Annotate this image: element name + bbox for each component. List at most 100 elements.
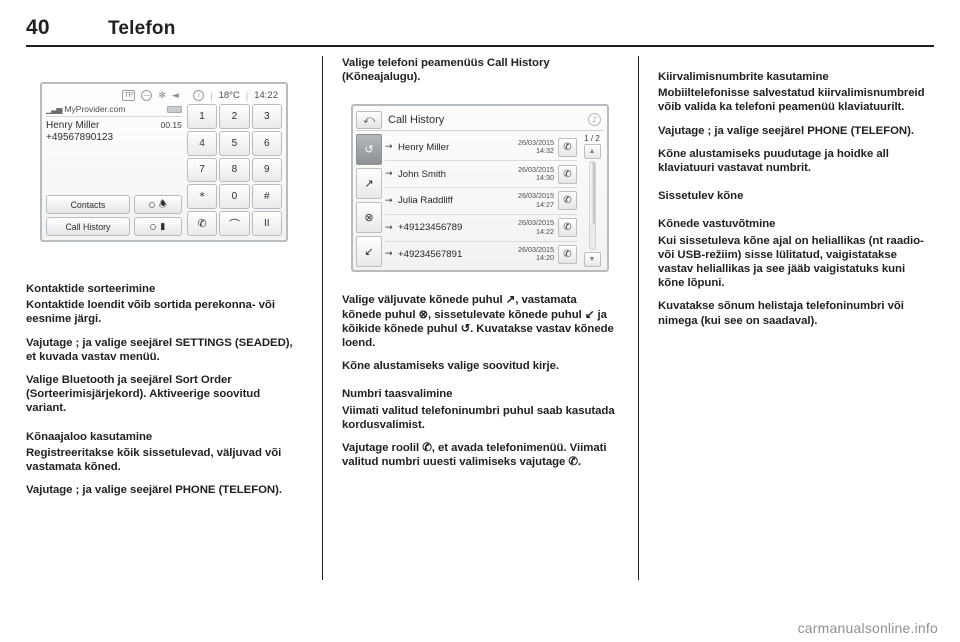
- caller-number: +49567890123: [46, 132, 114, 143]
- table-row[interactable]: → John Smith 26/03/2015 14:30 ✆: [385, 161, 577, 188]
- handset-transfer-button[interactable]: ▮: [133, 217, 182, 236]
- key-7[interactable]: 7: [186, 157, 218, 183]
- call-entry-label: Henry Miller: [398, 141, 450, 153]
- page-title: Telefon: [108, 18, 176, 39]
- col2-paragraph-4: Viimati valitud telefoninumbri puhul saa…: [342, 404, 615, 431]
- direction-arrow-icon: →: [385, 142, 393, 153]
- key-9[interactable]: 9: [251, 157, 282, 183]
- call-duration: 00.15: [160, 120, 182, 130]
- table-row[interactable]: → +49123456789 26/03/2015 14:22 ✆: [385, 215, 577, 242]
- call-entry-label: +49123456789: [398, 222, 463, 234]
- mic-muted-icon: 🕭: [158, 199, 167, 210]
- page-indicator: 1 / 2: [584, 134, 600, 144]
- temperature-readout: 18°C: [218, 90, 240, 101]
- call-entry-label: John Smith: [398, 168, 446, 180]
- key-3[interactable]: 3: [251, 104, 282, 129]
- led-indicator-icon-2: [150, 223, 157, 230]
- tp-icon: TP: [122, 90, 136, 101]
- scroll-thumb[interactable]: [589, 162, 595, 226]
- direction-arrow-icon: →: [385, 222, 393, 233]
- heading-answer-calls: Kõnede vastuvõtmine: [658, 218, 776, 231]
- column-1: TP — ✻ ◄ ♪ | 18°C | 14:22 ▁▃▅ MyProvider…: [26, 56, 302, 596]
- provider-row: ▁▃▅ MyProvider.com: [46, 104, 182, 117]
- call-history-list: → Henry Miller 26/03/2015 14:32 ✆ → John …: [385, 134, 577, 267]
- call-entry-dial-button[interactable]: ✆: [558, 137, 577, 157]
- hangup-button[interactable]: ⌒: [219, 211, 250, 236]
- column-divider-1: [322, 56, 323, 580]
- heading-call-history-use: Kõnaajaloo kasutamine: [26, 430, 153, 443]
- call-entry-datetime: 26/03/2015 14:27: [518, 191, 554, 209]
- call-entry-dial-button[interactable]: ✆: [558, 218, 577, 238]
- heading-redial: Numbri taasvalimine: [342, 388, 453, 401]
- signal-strength-icon: ▁▃▅: [46, 104, 63, 114]
- col1-paragraph-5: Vajutage ; ja valige seejärel PHONE (TEL…: [26, 484, 282, 497]
- column-gap-2: [618, 56, 658, 596]
- call-entry-datetime: 26/03/2015 14:30: [518, 164, 554, 183]
- key-1[interactable]: 1: [186, 104, 218, 129]
- call-entry-dial-button[interactable]: ✆: [558, 244, 577, 264]
- media-note-icon: ♪: [193, 90, 205, 101]
- incoming-calls-tab[interactable]: ↙: [356, 236, 382, 268]
- handset-transfer-icon: ▮: [160, 221, 166, 232]
- table-row[interactable]: → Julia Raddliff 26/03/2015 14:27 ✆: [385, 188, 577, 215]
- key-4[interactable]: 4: [186, 130, 218, 156]
- call-history-screen: ⤺ Call History ♪ ↺ ↗ ⊗ ↙ → Henry Miller …: [351, 104, 609, 273]
- figure-call-history-screen: ⤺ Call History ♪ ↺ ↗ ⊗ ↙ → Henry Miller …: [342, 93, 618, 284]
- table-row[interactable]: → Henry Miller 26/03/2015 14:32 ✆: [385, 134, 577, 162]
- col2-paragraph-5: Vajutage roolil ✆, et avada telefonimenü…: [342, 442, 607, 469]
- call-history-button[interactable]: Call History: [46, 217, 130, 236]
- col3-paragraph-1: Mobiiltelefonisse salvestatud kiirvalimi…: [658, 87, 925, 114]
- all-calls-tab[interactable]: ↺: [356, 134, 382, 166]
- direction-arrow-icon: →: [385, 195, 393, 206]
- call-entry-datetime: 26/03/2015 14:32: [518, 137, 554, 156]
- hold-button[interactable]: II: [251, 211, 282, 236]
- mic-mute-button[interactable]: 🕭: [133, 195, 182, 214]
- figure-phone-main-screen: TP — ✻ ◄ ♪ | 18°C | 14:22 ▁▃▅ MyProvider…: [26, 56, 302, 268]
- call-entry-dial-button[interactable]: ✆: [558, 191, 577, 211]
- call-filter-tabs[interactable]: ↺ ↗ ⊗ ↙: [356, 134, 382, 268]
- col3-paragraph-5: Kuvatakse sõnum helistaja telefoninumbri…: [658, 300, 904, 327]
- key-hash[interactable]: #: [251, 184, 282, 210]
- contacts-button[interactable]: Contacts: [46, 195, 130, 214]
- dial-button[interactable]: ✆: [186, 211, 218, 236]
- back-arrow-icon[interactable]: ⤺: [356, 110, 382, 129]
- key-6[interactable]: 6: [251, 130, 282, 156]
- call-entry-label: +49234567891: [398, 248, 463, 260]
- column-divider-2: [638, 56, 639, 580]
- col3-paragraph-3: Kõne alustamiseks puudutage ja hoidke al…: [658, 147, 889, 175]
- key-8[interactable]: 8: [219, 157, 250, 183]
- no-entry-icon: —: [141, 90, 153, 101]
- key-0[interactable]: 0: [219, 184, 250, 210]
- scrollbar[interactable]: 1 / 2 ▲ ▼: [580, 134, 604, 268]
- col3-paragraph-4: Kui sissetuleva kõne ajal on heliallikas…: [658, 234, 924, 290]
- col2-paragraph-3: Kõne alustamiseks valige soovitud kirje.: [342, 360, 560, 373]
- key-2[interactable]: 2: [219, 104, 250, 129]
- battery-icon: [166, 105, 182, 113]
- col1-paragraph-4: Registreeritakse kõik sissetulevad, välj…: [26, 446, 282, 474]
- outgoing-calls-tab[interactable]: ↗: [356, 168, 382, 200]
- header-rule: [26, 45, 934, 47]
- scroll-up-button[interactable]: ▲: [583, 144, 601, 160]
- col1-paragraph-2: Vajutage ; ja valige seejärel SETTINGS (…: [26, 336, 293, 363]
- col2-paragraph-1: Valige telefoni peamenüüs Call History (…: [342, 57, 550, 84]
- key-star[interactable]: *: [186, 184, 218, 210]
- table-row[interactable]: → +49234567891 26/03/2015 14:20 ✆: [385, 242, 577, 268]
- key-5[interactable]: 5: [219, 130, 250, 156]
- missed-calls-tab[interactable]: ⊗: [356, 202, 382, 234]
- clock-readout: 14:22: [254, 90, 278, 101]
- call-history-titlebar: ⤺ Call History ♪: [356, 109, 604, 132]
- media-note-icon-2[interactable]: ♪: [588, 113, 601, 127]
- call-entry-datetime: 26/03/2015 14:22: [518, 218, 554, 236]
- scroll-track[interactable]: [588, 161, 596, 251]
- dial-keypad[interactable]: 1 2 3 4 5 6 7 8 9 * 0 # ✆ ⌒ II: [186, 104, 282, 236]
- page-header: 40 Telefon: [26, 16, 934, 47]
- status-bar: TP — ✻ ◄ ♪ | 18°C | 14:22: [122, 90, 278, 101]
- mute-icon: ◄: [171, 90, 179, 101]
- call-entry-label: Julia Raddliff: [398, 195, 453, 207]
- direction-arrow-icon: →: [385, 249, 393, 260]
- led-indicator-icon: [148, 201, 155, 208]
- scroll-down-button[interactable]: ▼: [583, 252, 601, 268]
- call-entry-dial-button[interactable]: ✆: [558, 164, 577, 184]
- column-3: Kiirvalimisnumbrite kasutamine Mobiiltel…: [658, 56, 934, 596]
- caller-name: Henry Miller: [46, 120, 100, 131]
